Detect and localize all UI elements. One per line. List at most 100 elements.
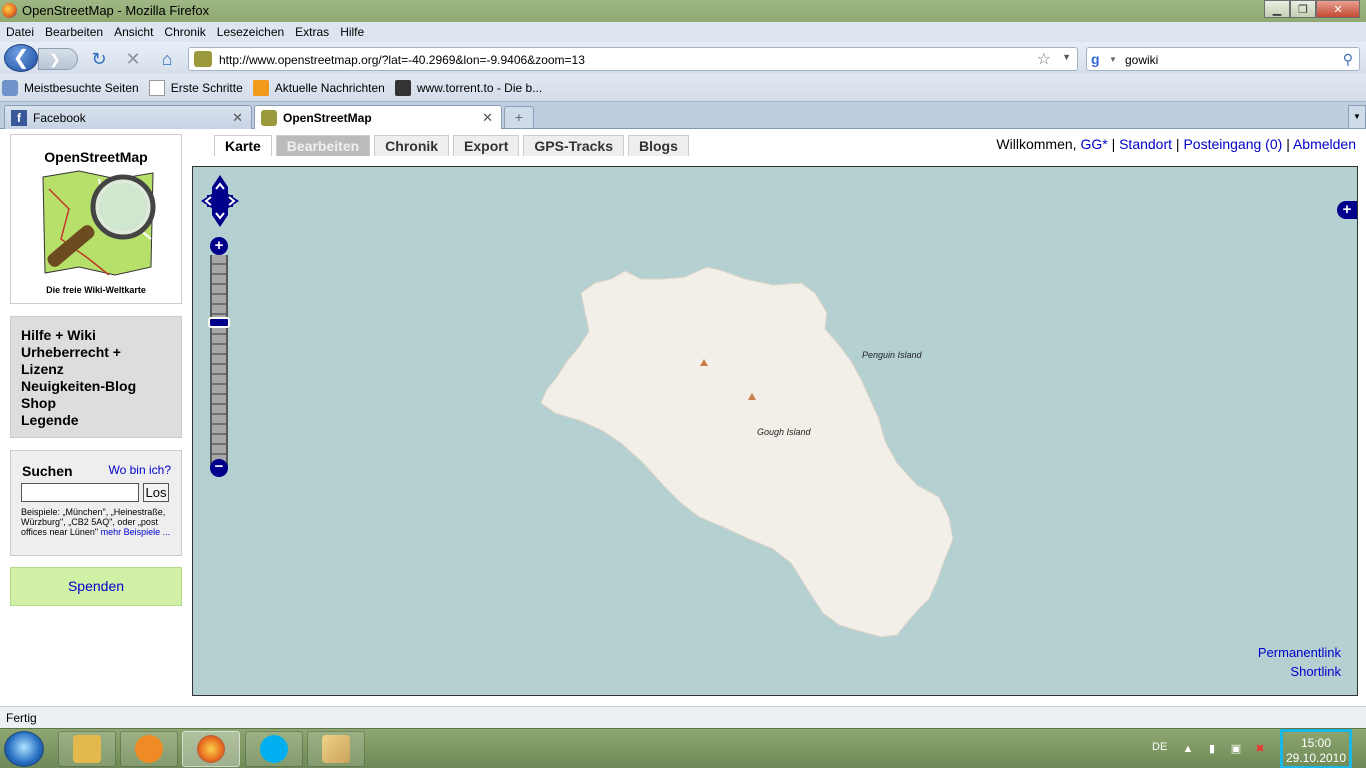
menu-hilfe[interactable]: Hilfe <box>340 25 364 39</box>
google-icon[interactable]: g <box>1091 51 1100 67</box>
taskbar-paint[interactable] <box>307 731 365 767</box>
navigation-toolbar: ❮ ❯ ↻ ✕ ⌂ http://www.openstreetmap.org/?… <box>0 42 1366 74</box>
home-icon[interactable]: ⌂ <box>156 48 178 70</box>
facebook-icon: f <box>11 109 27 126</box>
menu-ansicht[interactable]: Ansicht <box>114 25 153 39</box>
where-am-i-link[interactable]: Wo bin ich? <box>109 463 171 477</box>
menu-bearbeiten[interactable]: Bearbeiten <box>45 25 103 39</box>
search-go-button[interactable]: Los <box>143 483 169 502</box>
bookmark-aktuelle-nachrichten[interactable]: Aktuelle Nachrichten <box>252 79 385 96</box>
gear-icon <box>2 79 18 96</box>
bookmark-label: Erste Schritte <box>170 80 243 95</box>
bookmark-erste-schritte[interactable]: Erste Schritte <box>148 79 243 96</box>
show-hidden-icons[interactable]: ▲ <box>1182 743 1194 755</box>
map-viewport[interactable]: + − + Penguin Island Gough Island Perman… <box>192 166 1358 696</box>
taskbar-explorer[interactable] <box>58 731 116 767</box>
osm-icon <box>261 109 277 126</box>
zoom-slider[interactable] <box>210 255 228 467</box>
link-urheberrecht[interactable]: Urheberrecht + <box>21 344 171 361</box>
logo-box[interactable]: OpenStreetMap Die freie Wiki-Weltkarte <box>10 134 182 304</box>
system-clock[interactable]: 15:00 29.10.2010 <box>1280 729 1352 768</box>
search-heading: Suchen <box>22 463 73 479</box>
user-links: Willkommen, GG* | Standort | Posteingang… <box>996 136 1356 152</box>
url-bar[interactable]: http://www.openstreetmap.org/?lat=-40.29… <box>188 47 1078 71</box>
language-indicator[interactable]: DE <box>1152 741 1167 753</box>
tab-bearbeiten[interactable]: Bearbeiten <box>275 135 371 156</box>
close-tab-icon[interactable]: ✕ <box>482 110 493 126</box>
tab-blogs[interactable]: Blogs <box>628 135 689 156</box>
shortlink-link[interactable]: Shortlink <box>1290 664 1341 679</box>
close-window-button[interactable]: ✕ <box>1316 0 1360 18</box>
firefox-icon <box>197 735 225 763</box>
engine-dropdown-icon[interactable]: ▼ <box>1109 55 1117 64</box>
link-legende[interactable]: Legende <box>21 412 171 429</box>
layer-switcher-button[interactable]: + <box>1337 201 1357 219</box>
map-label-gough-island: Gough Island <box>757 427 811 437</box>
site-name: OpenStreetMap <box>44 149 148 165</box>
firefox-icon <box>2 3 17 18</box>
close-tab-icon[interactable]: ✕ <box>232 110 243 126</box>
maximize-button[interactable]: ❐ <box>1290 0 1316 18</box>
bookmark-star-icon[interactable]: ☆ <box>1037 49 1051 69</box>
link-hilfe-wiki[interactable]: Hilfe + Wiki <box>21 327 171 344</box>
menu-datei[interactable]: Datei <box>6 25 34 39</box>
start-button[interactable] <box>4 731 44 767</box>
bookmark-meistbesuchte[interactable]: Meistbesuchte Seiten <box>2 79 139 96</box>
menu-chronik[interactable]: Chronik <box>164 25 205 39</box>
reload-icon[interactable]: ↻ <box>88 48 110 70</box>
page-content: OpenStreetMap Die freie Wiki-Weltkarte H… <box>0 130 1366 706</box>
search-bar[interactable]: g ▼ gowiki ⚲ <box>1086 47 1360 71</box>
link-neuigkeiten-blog[interactable]: Neuigkeiten-Blog <box>21 378 171 395</box>
bookmarks-toolbar: Meistbesuchte Seiten Erste Schritte Aktu… <box>0 74 1366 102</box>
new-tab-button[interactable]: + <box>504 106 534 128</box>
zoom-in-button[interactable]: + <box>210 237 228 255</box>
location-link[interactable]: Standort <box>1119 136 1172 152</box>
permalink-link[interactable]: Permanentlink <box>1258 645 1341 660</box>
tab-gps-tracks[interactable]: GPS-Tracks <box>523 135 624 156</box>
user-name-link[interactable]: GG* <box>1080 136 1107 152</box>
site-identity-icon[interactable] <box>194 51 212 67</box>
menu-extras[interactable]: Extras <box>295 25 329 39</box>
menu-lesezeichen[interactable]: Lesezeichen <box>217 25 284 39</box>
window-title-bar: OpenStreetMap - Mozilla Firefox ▁ ❐ ✕ <box>0 0 1366 22</box>
bookmark-torrent[interactable]: www.torrent.to - Die b... <box>394 79 542 96</box>
tab-export[interactable]: Export <box>453 135 520 156</box>
clock-time: 15:00 <box>1300 736 1332 750</box>
search-panel: Suchen Wo bin ich? Los Beispiele: „Münch… <box>10 450 182 556</box>
url-dropdown-icon[interactable]: ▼ <box>1062 52 1071 62</box>
inbox-link[interactable]: Posteingang (0) <box>1183 136 1282 152</box>
link-shop[interactable]: Shop <box>21 395 171 412</box>
network-icon[interactable]: ▣ <box>1230 743 1242 755</box>
tab-openstreetmap[interactable]: OpenStreetMap ✕ <box>254 105 502 129</box>
zoom-handle[interactable] <box>208 317 230 328</box>
volume-muted-icon[interactable]: ✖ <box>1254 743 1266 755</box>
site-tagline: Die freie Wiki-Weltkarte <box>46 285 146 295</box>
map-label-penguin-island: Penguin Island <box>862 350 922 360</box>
search-magnifier-icon[interactable]: ⚲ <box>1343 51 1353 68</box>
taskbar-skype[interactable] <box>245 731 303 767</box>
status-bar: Fertig <box>0 706 1366 728</box>
battery-icon[interactable]: ▮ <box>1206 743 1218 755</box>
bookmark-label: Aktuelle Nachrichten <box>274 80 385 95</box>
donate-button[interactable]: Spenden <box>10 567 182 606</box>
pan-control[interactable] <box>201 175 239 227</box>
link-lizenz[interactable]: Lizenz <box>21 361 171 378</box>
zoom-out-button[interactable]: − <box>210 459 228 477</box>
logout-link[interactable]: Abmelden <box>1293 136 1356 152</box>
search-query[interactable]: gowiki <box>1125 53 1158 67</box>
more-examples-link[interactable]: mehr Beispiele ... <box>101 527 171 537</box>
taskbar-media-player[interactable] <box>120 731 178 767</box>
skype-icon <box>260 735 288 763</box>
search-input[interactable] <box>21 483 139 502</box>
minimize-button[interactable]: ▁ <box>1264 0 1290 18</box>
taskbar-firefox[interactable] <box>182 731 240 767</box>
stop-icon[interactable]: ✕ <box>122 48 144 70</box>
tab-list-icon[interactable]: ▼ <box>1348 105 1366 129</box>
tab-chronik[interactable]: Chronik <box>374 135 450 156</box>
back-button[interactable]: ❮ <box>4 44 38 72</box>
url-text[interactable]: http://www.openstreetmap.org/?lat=-40.29… <box>219 53 585 67</box>
tab-facebook[interactable]: f Facebook ✕ <box>4 105 252 129</box>
tab-karte[interactable]: Karte <box>214 135 272 156</box>
forward-button[interactable]: ❯ <box>38 48 78 70</box>
clock-date: 29.10.2010 <box>1285 751 1347 765</box>
